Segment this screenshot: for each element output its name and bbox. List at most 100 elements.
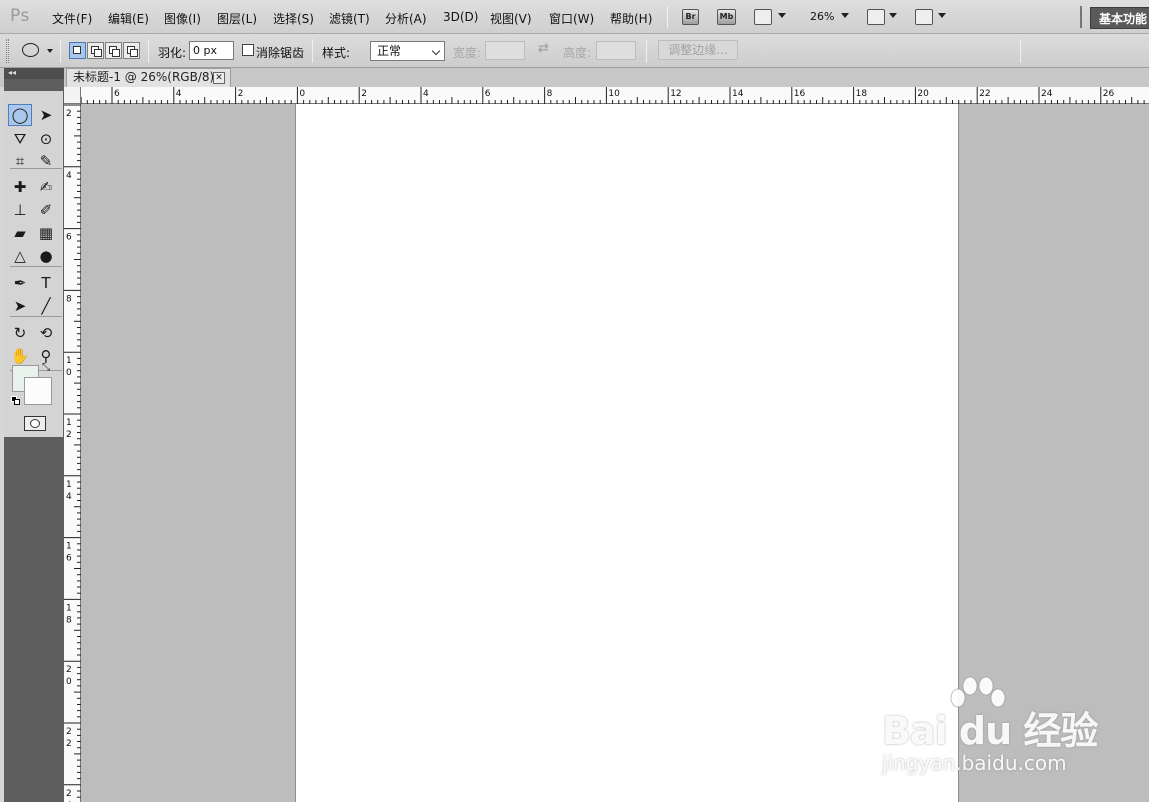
mini-bridge-button[interactable]: Mb	[717, 9, 736, 25]
tools-separator	[10, 266, 62, 267]
eraser-tool[interactable]: ▰	[8, 222, 32, 244]
background-color-swatch[interactable]	[24, 377, 52, 405]
menu-bar: Ps 文件(F) 编辑(E) 图像(I) 图层(L) 选择(S) 滤镜(T) 分…	[0, 0, 1149, 34]
quick-selection-tool[interactable]: ⊙	[34, 128, 58, 150]
ruler-label: 12	[670, 89, 681, 99]
ruler-label: 26	[1103, 89, 1115, 99]
screen-mode-dropdown-icon[interactable]	[938, 13, 946, 18]
tool-preset-icon[interactable]	[22, 43, 39, 57]
menu-select[interactable]: 选择(S)	[273, 10, 314, 27]
collapse-panels-icon[interactable]: ◂◂	[4, 68, 64, 79]
ruler-label: 1	[66, 418, 72, 428]
zoom-dropdown-icon[interactable]	[841, 13, 849, 18]
add-to-selection-icon[interactable]	[87, 42, 104, 59]
move-tool[interactable]: ➤	[34, 104, 58, 126]
arrange-dropdown-icon[interactable]	[889, 13, 897, 18]
options-separator	[646, 39, 647, 63]
close-icon[interactable]: ✕	[213, 72, 225, 84]
menu-edit[interactable]: 编辑(E)	[108, 10, 149, 27]
spot-healing-tool[interactable]: ✚	[8, 176, 32, 198]
arrange-documents-icon[interactable]	[867, 9, 885, 25]
menu-layer[interactable]: 图层(L)	[217, 10, 257, 27]
ruler-label: 0	[66, 677, 72, 687]
type-tool[interactable]: T	[34, 272, 58, 294]
view-extras-dropdown-icon[interactable]	[778, 13, 786, 18]
3d-orbit-tool[interactable]: ⟲	[34, 322, 58, 344]
style-select[interactable]: 正常	[370, 41, 445, 61]
ruler-label: 2	[238, 89, 244, 99]
horizontal-ruler[interactable]: 6 4 2 0 2 4 6 8 10 12 14 16 18 20 22 24 26	[81, 87, 1149, 104]
antialias-label: 消除锯齿	[256, 46, 305, 60]
document-tab[interactable]: 未标题-1 @ 26%(RGB/8) ✕	[66, 68, 231, 87]
hand-tool[interactable]: ✋	[8, 345, 32, 367]
menu-file[interactable]: 文件(F)	[52, 10, 92, 27]
gradient-tool[interactable]: ▦	[34, 222, 58, 244]
photoshop-logo: Ps	[10, 6, 30, 26]
feather-label: 羽化:	[158, 46, 187, 60]
height-input[interactable]	[596, 41, 636, 60]
menu-view[interactable]: 视图(V)	[490, 10, 532, 27]
ruler-label: 6	[66, 554, 72, 564]
menu-analysis[interactable]: 分析(A)	[385, 10, 427, 27]
menu-grip	[1080, 6, 1082, 28]
style-label: 样式:	[322, 46, 351, 60]
ruler-label: 4	[176, 89, 182, 99]
swap-dimensions-icon[interactable]: ⇄	[538, 41, 549, 56]
feather-input[interactable]: 0 px	[189, 41, 234, 60]
ruler-origin[interactable]	[64, 87, 81, 104]
bridge-button[interactable]: Br	[682, 9, 699, 25]
path-selection-tool[interactable]: ➤	[8, 295, 32, 317]
brush-tool[interactable]: ✍	[34, 176, 58, 198]
ruler-label: 14	[732, 89, 744, 99]
quick-mask-button[interactable]	[24, 416, 46, 431]
default-colors-icon[interactable]	[11, 396, 20, 405]
ruler-label: 2	[361, 89, 367, 99]
swap-colors-icon[interactable]: ⤡	[42, 362, 50, 373]
3d-rotate-tool[interactable]: ↻	[8, 322, 32, 344]
ruler-label: 2	[66, 109, 72, 119]
ruler-label: 8	[66, 615, 72, 625]
ruler-label: 2	[66, 665, 72, 675]
ruler-label: 1	[66, 603, 72, 613]
options-separator	[60, 39, 61, 63]
workspace-switcher-button[interactable]: 基本功能	[1090, 7, 1149, 29]
ruler-label: 6	[114, 89, 120, 99]
polygonal-lasso-tool[interactable]: ⛛	[8, 128, 32, 150]
pen-tool[interactable]: ✒	[8, 272, 32, 294]
ruler-label: 1	[66, 542, 72, 552]
subtract-from-selection-icon[interactable]	[105, 42, 122, 59]
ruler-label: 2	[66, 789, 72, 799]
ruler-label: 2	[66, 727, 72, 737]
line-tool[interactable]: ╱	[34, 295, 58, 317]
tools-separator	[10, 168, 62, 169]
menu-image[interactable]: 图像(I)	[164, 10, 201, 27]
clone-stamp-tool[interactable]: ⊥	[8, 199, 32, 221]
ruler-label: 22	[979, 89, 990, 99]
blur-tool[interactable]: △	[8, 245, 32, 267]
tool-preset-dropdown-icon[interactable]	[47, 49, 53, 53]
view-extras-icon[interactable]	[754, 9, 772, 25]
menu-filter[interactable]: 滤镜(T)	[329, 10, 370, 27]
antialias-checkbox[interactable]	[242, 44, 254, 56]
ruler-label: 20	[917, 89, 929, 99]
menu-help[interactable]: 帮助(H)	[610, 10, 652, 27]
options-bar: 羽化: 0 px 消除锯齿 样式: 正常 宽度: ⇄ 高度: 调整边缘...	[0, 34, 1149, 68]
vertical-ruler[interactable]: 24681012141618202224	[64, 104, 81, 802]
new-selection-icon[interactable]	[69, 42, 86, 59]
ruler-label: 0	[299, 89, 305, 99]
refine-edge-button[interactable]: 调整边缘...	[658, 40, 738, 60]
history-brush-tool[interactable]: ✐	[34, 199, 58, 221]
ruler-label: 1	[66, 356, 72, 366]
intersect-selection-icon[interactable]	[123, 42, 140, 59]
ruler-label: 6	[485, 89, 491, 99]
canvas-area[interactable]	[81, 104, 1149, 802]
elliptical-marquee-tool[interactable]: ◯	[8, 104, 32, 126]
menu-3d[interactable]: 3D(D)	[443, 10, 478, 24]
screen-mode-icon[interactable]	[915, 9, 933, 25]
menu-window[interactable]: 窗口(W)	[549, 10, 594, 27]
width-input[interactable]	[485, 41, 525, 60]
height-label: 高度:	[563, 46, 592, 60]
dodge-tool[interactable]: ●	[34, 245, 58, 267]
zoom-level[interactable]: 26%	[810, 10, 834, 23]
document-canvas[interactable]	[296, 104, 958, 802]
